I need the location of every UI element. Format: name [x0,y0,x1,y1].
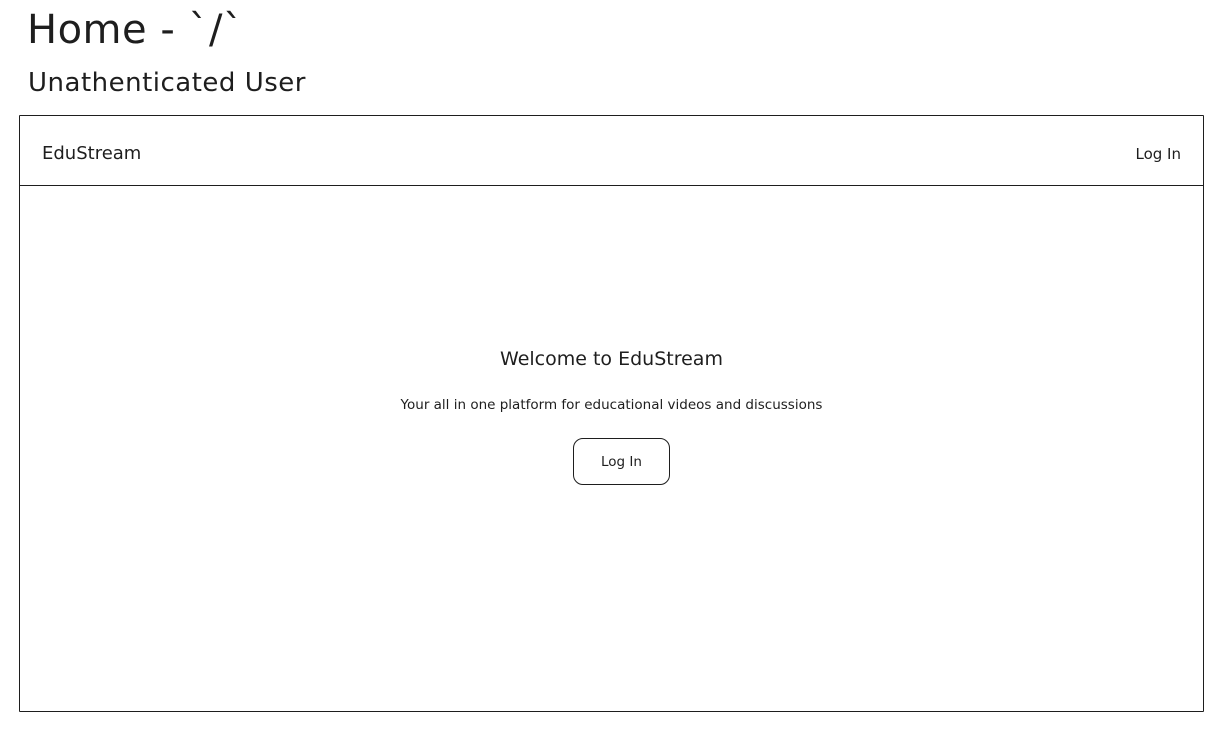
nav-login-link[interactable]: Log In [1136,144,1182,164]
login-button[interactable]: Log In [573,438,670,485]
top-navbar: EduStream Log In [20,116,1203,186]
hero-section: Welcome to EduStream Your all in one pla… [20,186,1203,711]
app-frame: EduStream Log In Welcome to EduStream Yo… [19,115,1204,712]
page-title: Home - `/` [27,7,244,53]
hero-description: Your all in one platform for educational… [400,397,823,413]
wireframe-page: Home - `/` Unathenticated User EduStream… [0,0,1227,741]
brand-logo[interactable]: EduStream [42,142,141,166]
hero-title: Welcome to EduStream [500,348,723,370]
page-subtitle: Unathenticated User [28,68,306,98]
